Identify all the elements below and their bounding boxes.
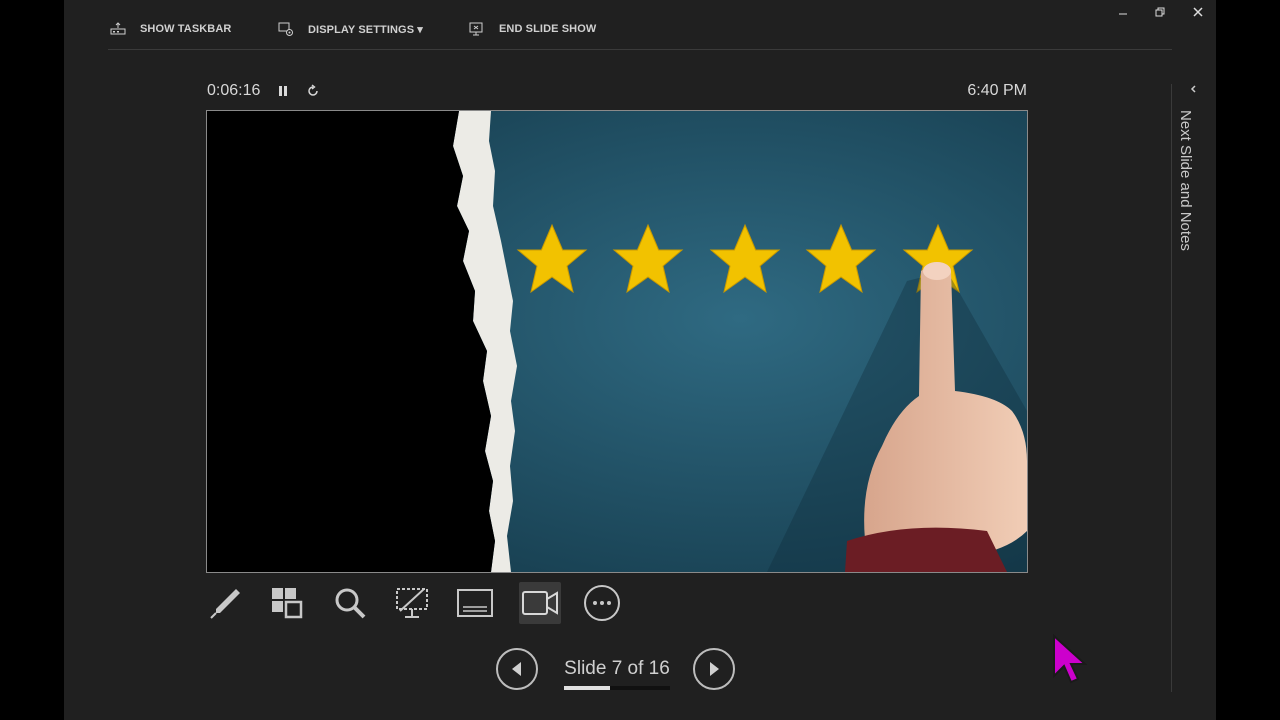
pen-icon — [210, 589, 240, 619]
show-taskbar-label: SHOW TASKBAR — [140, 23, 232, 35]
taskbar-icon — [110, 22, 126, 35]
side-panel-divider — [1171, 84, 1172, 692]
show-taskbar-button[interactable]: SHOW TASKBAR — [110, 18, 231, 40]
restart-timer-button[interactable] — [305, 83, 321, 99]
end-slide-show-label: END SLIDE SHOW — [499, 23, 597, 35]
display-settings-button[interactable]: DISPLAY SETTINGS ▾ — [278, 18, 423, 40]
slide-image — [207, 111, 1027, 572]
subtitles-icon — [457, 589, 493, 617]
end-show-icon — [469, 22, 483, 36]
next-arrow-icon — [710, 662, 719, 676]
next-slide-notes-label[interactable]: Next Slide and Notes — [1177, 110, 1194, 251]
slide-counter[interactable]: Slide 7 of 16 — [554, 658, 680, 680]
elapsed-timer: 0:06:16 — [207, 82, 261, 99]
slide-progress-fill — [564, 686, 611, 690]
slides-grid-icon — [272, 588, 303, 619]
restore-button[interactable] — [1150, 4, 1170, 20]
see-all-slides-button[interactable] — [266, 582, 308, 624]
more-options-icon — [584, 585, 620, 621]
subtitles-button[interactable] — [454, 582, 496, 624]
display-settings-label: DISPLAY SETTINGS ▾ — [308, 23, 423, 36]
slide-progress-bar — [564, 686, 670, 690]
more-options-button[interactable] — [581, 582, 623, 624]
black-screen-icon — [396, 588, 428, 618]
display-settings-icon — [278, 22, 293, 36]
restart-icon — [308, 84, 318, 96]
close-icon — [1193, 7, 1203, 17]
zoom-button[interactable] — [329, 582, 371, 624]
previous-slide-button[interactable] — [496, 648, 538, 690]
end-slide-show-button[interactable]: END SLIDE SHOW — [469, 18, 596, 40]
previous-arrow-icon — [512, 662, 521, 676]
close-button[interactable] — [1188, 4, 1208, 20]
current-time: 6:40 PM — [967, 82, 1027, 99]
black-panel — [207, 111, 495, 572]
next-slide-button[interactable] — [693, 648, 735, 690]
current-slide[interactable] — [206, 110, 1028, 573]
zoom-icon — [335, 588, 366, 619]
collapse-panel-button[interactable] — [1187, 82, 1201, 96]
minimize-icon — [1119, 13, 1127, 15]
camera-icon — [522, 591, 558, 615]
chevron-left-icon — [1190, 85, 1196, 93]
toolbar-divider — [108, 49, 1172, 50]
mouse-cursor-icon — [1053, 634, 1087, 684]
camera-button[interactable] — [519, 582, 561, 624]
pen-tool-button[interactable] — [205, 582, 247, 624]
black-screen-button[interactable] — [391, 582, 433, 624]
pause-timer-button[interactable] — [275, 83, 291, 99]
minimize-button[interactable] — [1113, 4, 1133, 20]
presenter-view: SHOW TASKBAR DISPLAY SETTINGS ▾ END SLID… — [64, 0, 1216, 720]
restore-icon — [1155, 7, 1165, 17]
pause-icon — [279, 86, 287, 96]
